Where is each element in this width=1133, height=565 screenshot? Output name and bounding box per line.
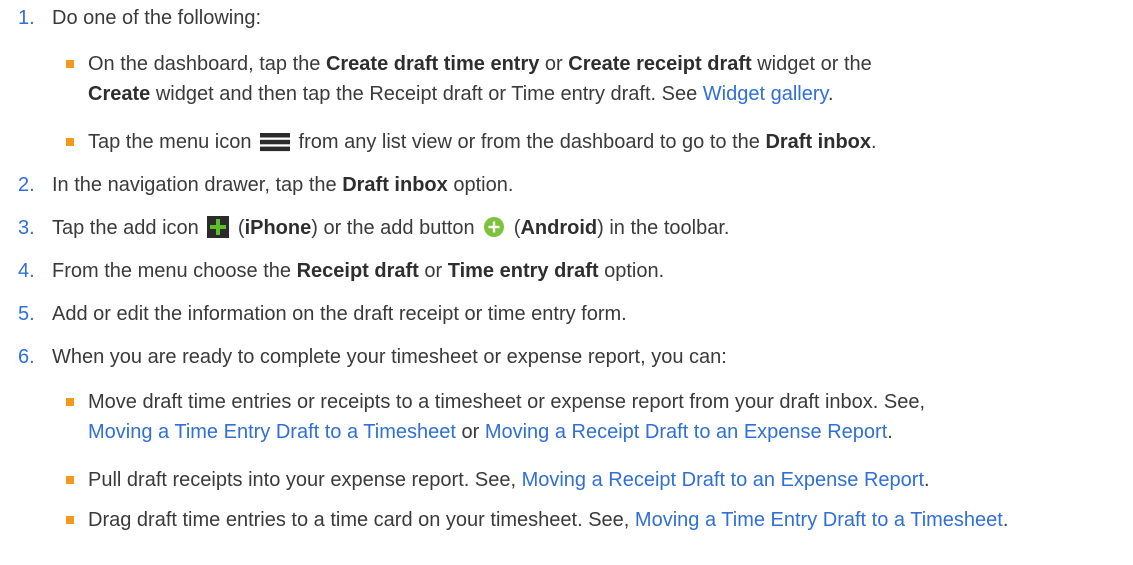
step-1-bullet-1: On the dashboard, tap the Create draft t… bbox=[66, 49, 1133, 109]
bullet-marker bbox=[66, 138, 74, 146]
step-6-bullet-3: Drag draft time entries to a time card o… bbox=[66, 505, 1133, 535]
step-number: 1. bbox=[18, 7, 35, 29]
step-1: 1. Do one of the following: bbox=[18, 5, 261, 31]
bullet-text: Move draft time entries or receipts to a… bbox=[88, 391, 926, 443]
step-2: 2. In the navigation drawer, tap the Dra… bbox=[18, 172, 513, 198]
bullet-marker bbox=[66, 516, 74, 524]
step-6-bullet-2: Pull draft receipts into your expense re… bbox=[66, 465, 1133, 495]
time-entry-draft-link[interactable]: Moving a Time Entry Draft to a Timesheet bbox=[635, 509, 1003, 531]
bullet-text: Drag draft time entries to a time card o… bbox=[88, 509, 1009, 531]
time-entry-draft-link[interactable]: Moving a Time Entry Draft to a Timesheet bbox=[88, 421, 456, 443]
step-number: 6. bbox=[18, 346, 35, 368]
step-text: From the menu choose the Receipt draft o… bbox=[52, 260, 665, 282]
bullet-marker bbox=[66, 398, 74, 406]
step-text: When you are ready to complete your time… bbox=[52, 346, 727, 368]
step-1-bullet-2: Tap the menu icon from any list view or … bbox=[66, 127, 1133, 157]
step-text: Add or edit the information on the draft… bbox=[52, 303, 627, 325]
step-5: 5. Add or edit the information on the dr… bbox=[18, 301, 627, 327]
bullet-text: On the dashboard, tap the Create draft t… bbox=[88, 53, 872, 105]
add-icon bbox=[207, 216, 230, 238]
step-6: 6. When you are ready to complete your t… bbox=[18, 344, 727, 370]
receipt-draft-link[interactable]: Moving a Receipt Draft to an Expense Rep… bbox=[485, 421, 887, 443]
step-text: In the navigation drawer, tap the Draft … bbox=[52, 174, 514, 196]
step-4: 4. From the menu choose the Receipt draf… bbox=[18, 258, 664, 284]
add-button-icon bbox=[484, 217, 505, 237]
document-body: 1. Do one of the following: On the dashb… bbox=[0, 0, 1133, 565]
widget-gallery-link[interactable]: Widget gallery bbox=[703, 83, 828, 105]
bullet-text: Tap the menu icon from any list view or … bbox=[88, 131, 877, 153]
bullet-text: Pull draft receipts into your expense re… bbox=[88, 469, 930, 491]
step-6-bullet-1: Move draft time entries or receipts to a… bbox=[66, 387, 1133, 447]
step-number: 4. bbox=[18, 260, 35, 282]
bullet-marker bbox=[66, 60, 74, 68]
step-number: 5. bbox=[18, 303, 35, 325]
receipt-draft-link[interactable]: Moving a Receipt Draft to an Expense Rep… bbox=[522, 469, 924, 491]
step-text: Tap the add icon (iPhone) or the add but… bbox=[52, 216, 730, 239]
menu-icon bbox=[260, 133, 290, 152]
step-3: 3. Tap the add icon (iPhone) or the add … bbox=[18, 215, 729, 241]
step-text: Do one of the following: bbox=[52, 7, 262, 29]
bullet-marker bbox=[66, 476, 74, 484]
step-number: 3. bbox=[18, 217, 35, 239]
step-number: 2. bbox=[18, 174, 35, 196]
